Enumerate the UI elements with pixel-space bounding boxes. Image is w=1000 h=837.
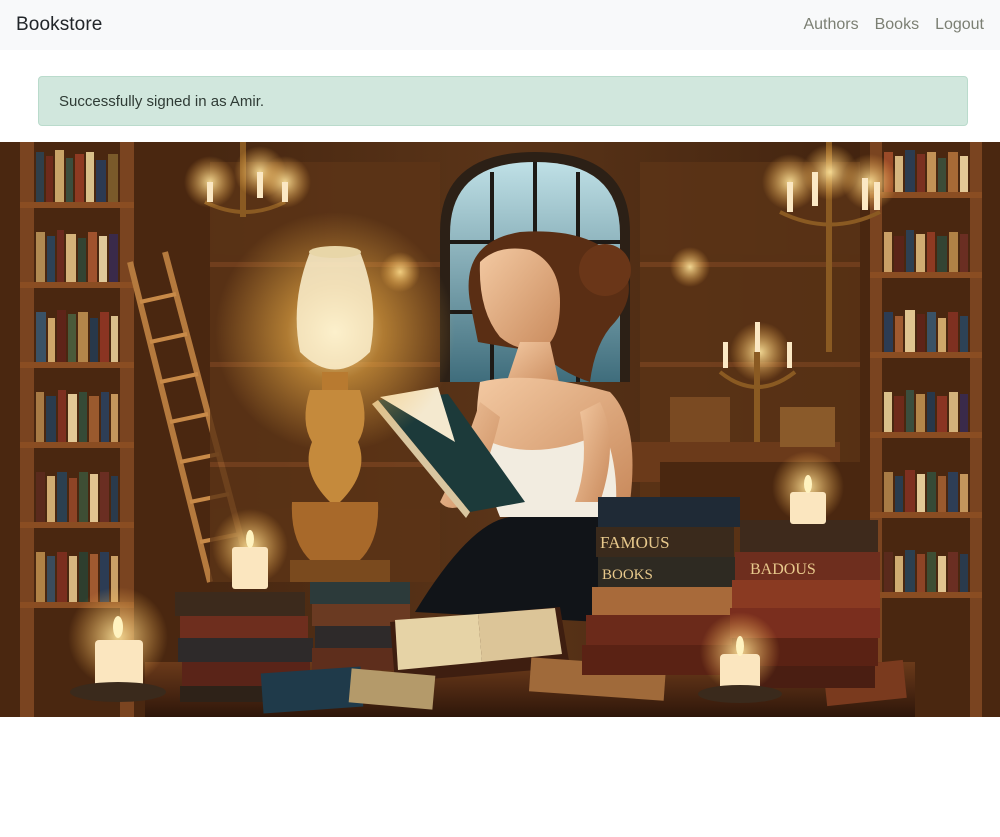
famous-book-title: FAMOUS bbox=[600, 533, 670, 552]
alert-message: Successfully signed in as Amir. bbox=[59, 92, 265, 110]
nav-link-logout[interactable]: Logout bbox=[935, 16, 984, 34]
library-illustration: FAMOUS BOOKS BADOUS bbox=[0, 142, 1000, 717]
navbar: Bookstore Authors Books Logout bbox=[0, 0, 1000, 50]
nav-links: Authors Books Logout bbox=[803, 16, 984, 34]
books-book-title: BOOKS bbox=[602, 567, 653, 583]
brand-link[interactable]: Bookstore bbox=[16, 14, 102, 36]
nav-link-authors[interactable]: Authors bbox=[803, 16, 858, 34]
badous-book-title: BADOUS bbox=[750, 561, 816, 578]
hero-image: FAMOUS BOOKS BADOUS bbox=[0, 142, 1000, 717]
right-bookshelf bbox=[860, 142, 1000, 717]
nav-link-books[interactable]: Books bbox=[875, 16, 919, 34]
success-alert: Successfully signed in as Amir. bbox=[38, 76, 968, 126]
